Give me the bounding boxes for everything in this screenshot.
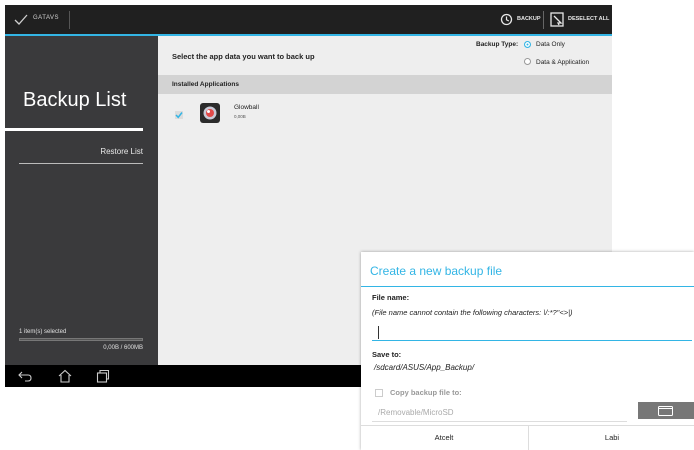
backup-type-label: Backup Type: xyxy=(476,41,519,48)
app-checkbox[interactable] xyxy=(175,111,183,119)
home-icon[interactable] xyxy=(58,369,72,383)
copy-backup-label[interactable]: Copy backup file to: xyxy=(390,388,462,397)
filename-label: File name: xyxy=(372,293,410,302)
back-icon[interactable] xyxy=(18,369,32,383)
radio-label-data-only[interactable]: Data Only xyxy=(536,41,565,48)
storage-size: 0,00B / 600MB xyxy=(103,345,143,351)
folder-icon xyxy=(658,406,673,416)
app-name: Glowball xyxy=(234,104,259,111)
checkmark-icon[interactable] xyxy=(14,12,28,26)
radio-label-data-and-application[interactable]: Data & Application xyxy=(536,59,589,66)
backup-button[interactable]: BACKUP xyxy=(517,16,541,22)
save-to-label: Save to: xyxy=(372,350,402,359)
deselect-all-button[interactable]: DESELECT ALL xyxy=(568,16,609,22)
copy-destination: /Removable/MicroSD xyxy=(378,408,454,417)
browse-folder-button[interactable] xyxy=(638,402,694,419)
action-bar: GATAVS BACKUP DESELECT ALL xyxy=(5,5,612,36)
ok-button[interactable]: Labi xyxy=(529,426,694,450)
divider xyxy=(543,11,544,29)
glowball-app-icon xyxy=(200,103,220,123)
copy-backup-checkbox[interactable] xyxy=(375,389,383,397)
filename-input[interactable] xyxy=(372,323,692,341)
selected-indicator xyxy=(5,128,143,131)
text-cursor xyxy=(378,326,379,339)
deselect-icon[interactable] xyxy=(550,12,564,27)
filename-hint: (File name cannot contain the following … xyxy=(372,308,573,317)
app-size: 0,00B xyxy=(234,114,246,119)
storage-progress-bar xyxy=(19,338,143,341)
sidebar-item-backup-list[interactable]: Backup List xyxy=(23,89,126,112)
save-path: /sdcard/ASUS/App_Backup/ xyxy=(374,363,475,372)
selected-count: 1 item(s) selected xyxy=(19,329,67,335)
divider xyxy=(372,421,627,422)
instruction-text: Select the app data you want to back up xyxy=(172,52,315,61)
dialog-title-divider xyxy=(361,286,694,287)
section-header-label: Installed Applications xyxy=(172,81,239,88)
recents-icon[interactable] xyxy=(96,369,110,383)
radio-data-only[interactable] xyxy=(524,41,531,48)
sidebar: Backup List Restore List 1 item(s) selec… xyxy=(5,36,158,365)
radio-data-and-application[interactable] xyxy=(524,58,531,65)
backup-icon[interactable] xyxy=(500,13,513,26)
app-title: GATAVS xyxy=(33,15,60,21)
create-backup-dialog: Create a new backup file File name: (Fil… xyxy=(361,252,694,450)
sidebar-item-restore-list[interactable]: Restore List xyxy=(100,147,143,156)
dialog-title: Create a new backup file xyxy=(370,264,503,278)
divider xyxy=(19,163,143,164)
divider xyxy=(69,11,70,29)
cancel-button[interactable]: Atcelt xyxy=(361,426,527,450)
